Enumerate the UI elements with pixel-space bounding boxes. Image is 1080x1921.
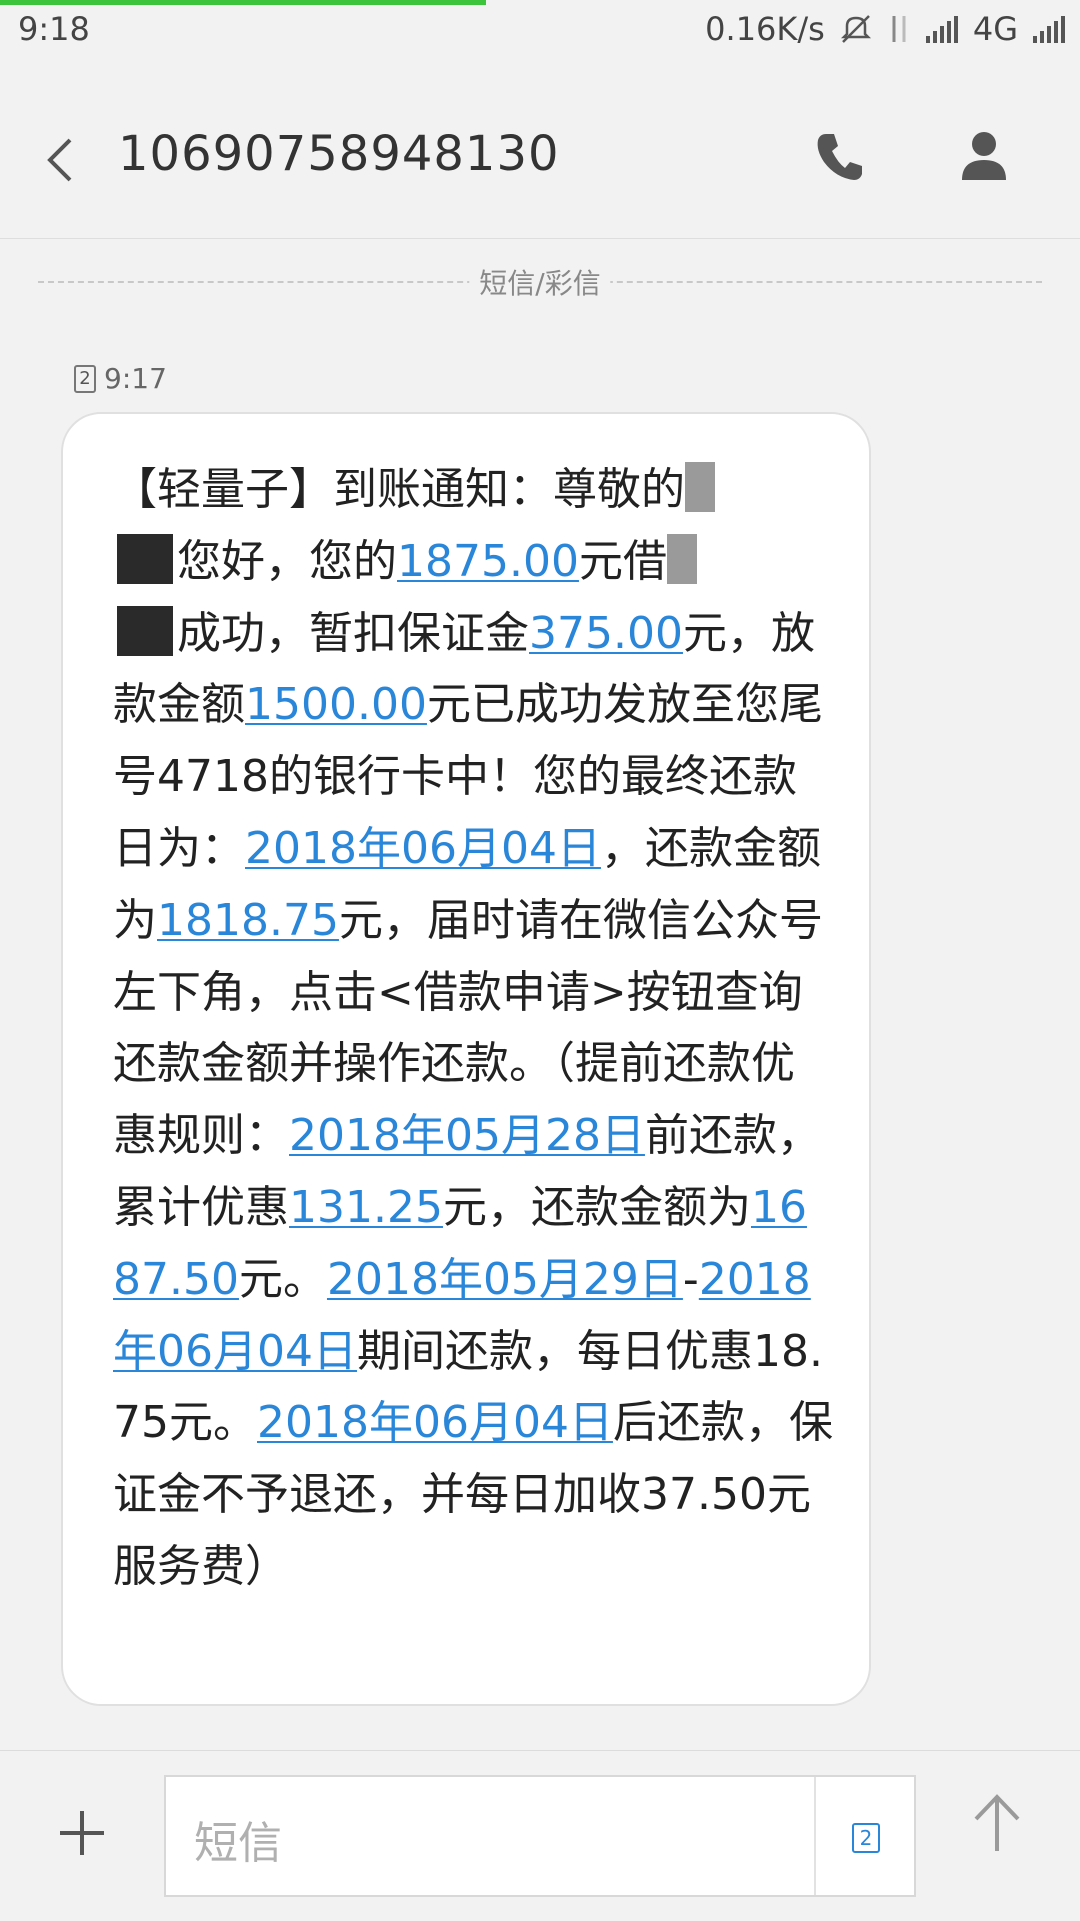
due-date-link[interactable]: 2018年06月04日 <box>245 823 601 874</box>
deposit-amount-link[interactable]: 375.00 <box>529 608 683 659</box>
discount-amount-link[interactable]: 131.25 <box>289 1182 443 1233</box>
status-bar: 9:18 0.16K/s 4G <box>0 0 1080 62</box>
send-button[interactable] <box>970 1791 1024 1855</box>
chevron-left-icon <box>47 138 72 182</box>
signal-icon <box>925 14 959 44</box>
loan-amount-link[interactable]: 1875.00 <box>397 536 579 587</box>
message-text-segment: 您好，您的 <box>177 535 397 587</box>
message-type-divider: 短信/彩信 <box>38 262 1042 302</box>
arrow-up-icon <box>974 1794 1020 1851</box>
message-text-segment: 元借 <box>578 535 667 587</box>
message-type-label: 短信/彩信 <box>469 262 611 302</box>
sim-card-icon: 2 <box>74 364 96 393</box>
status-time: 9:18 <box>18 10 90 48</box>
message-input[interactable]: 短信 2 <box>164 1775 916 1897</box>
message-text-segment: - <box>682 1253 699 1305</box>
message-text: 【轻量子】到账通知：尊敬的您好，您的1875.00元借 成功，暂扣保证金375.0… <box>113 454 833 1603</box>
network-type: 4G <box>972 10 1018 48</box>
message-text-segment: 元。 <box>238 1253 327 1305</box>
early-date-link[interactable]: 2018年05月28日 <box>289 1110 645 1161</box>
attach-button[interactable] <box>56 1807 108 1859</box>
redacted-name-area <box>685 462 715 512</box>
compose-bar: 短信 2 <box>0 1750 1080 1921</box>
release-amount-link[interactable]: 1500.00 <box>245 679 427 730</box>
input-separator <box>814 1777 816 1895</box>
redacted-text-area <box>666 533 697 584</box>
data-transfer-icon <box>887 12 911 46</box>
mute-icon <box>839 12 873 46</box>
back-button[interactable] <box>40 128 84 192</box>
phone-icon <box>817 134 862 180</box>
contact-profile-button[interactable] <box>958 128 1010 184</box>
redacted-text-block <box>117 605 173 656</box>
plus-icon <box>60 1811 104 1855</box>
message-bubble[interactable]: 【轻量子】到账通知：尊敬的您好，您的1875.00元借 成功，暂扣保证金375.0… <box>61 412 871 1706</box>
sim-select-button[interactable]: 2 <box>852 1823 880 1853</box>
contact-title: 10690758948130 <box>118 126 560 182</box>
range-start-date-link[interactable]: 2018年05月29日 <box>327 1254 683 1305</box>
message-text-segment: 【轻量子】到账通知：尊敬的 <box>113 464 685 515</box>
status-icons: 0.16K/s 4G <box>705 10 1066 48</box>
person-icon <box>962 132 1006 180</box>
message-time: 9:17 <box>104 362 167 395</box>
call-button[interactable] <box>812 128 868 184</box>
message-input-placeholder: 短信 <box>194 1818 282 1869</box>
net-speed: 0.16K/s <box>705 10 825 48</box>
message-text-segment: 元，还款金额为 <box>442 1181 751 1233</box>
signal-icon-2 <box>1032 14 1066 44</box>
repay-amount-link[interactable]: 1818.75 <box>157 895 339 946</box>
message-timestamp: 2 9:17 <box>74 362 167 395</box>
message-text-segment: 成功，暂扣保证金 <box>177 607 529 659</box>
late-date-link[interactable]: 2018年06月04日 <box>257 1397 613 1448</box>
conversation-header: 10690758948130 <box>0 62 1080 239</box>
redacted-name-block <box>117 533 173 584</box>
